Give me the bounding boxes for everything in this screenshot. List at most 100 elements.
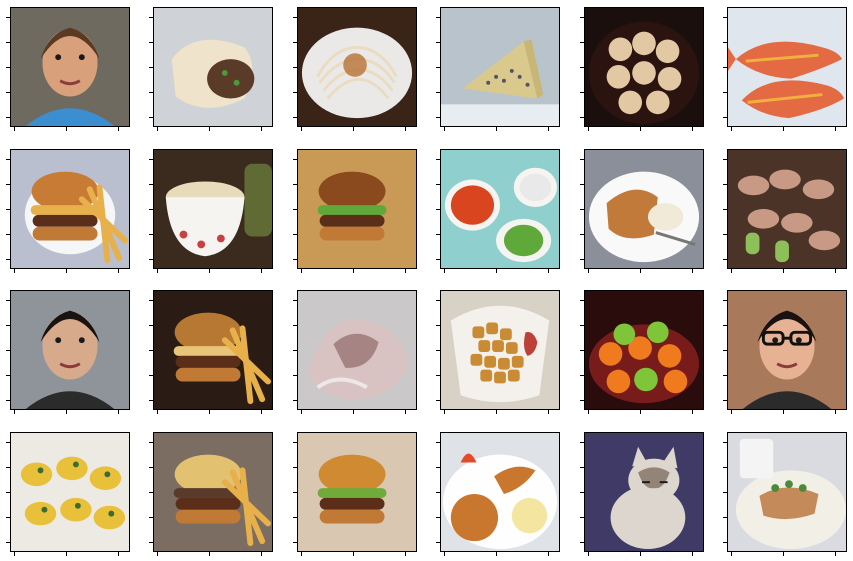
axis-tick	[301, 410, 302, 414]
axis-tick	[293, 159, 297, 160]
portrait-boy-blue-shirt-image	[11, 8, 129, 126]
axis-tick	[157, 552, 158, 556]
axis-tick	[6, 517, 10, 518]
axis-tick	[118, 552, 119, 556]
axis-tick	[436, 259, 440, 260]
skewered-rolls-image	[728, 150, 846, 268]
axis-tick	[783, 269, 784, 273]
axis-tick	[731, 552, 732, 556]
axis-tick	[588, 269, 589, 273]
axis-tick	[149, 467, 153, 468]
axis-tick	[293, 234, 297, 235]
axis-tick	[731, 127, 732, 131]
axis-tick	[209, 269, 210, 273]
axis-tick	[6, 42, 10, 43]
axis-tick	[14, 410, 15, 414]
axis-tick	[580, 442, 584, 443]
axis-tick	[580, 234, 584, 235]
axis-tick	[723, 67, 727, 68]
axis-tick	[149, 209, 153, 210]
axis-tick	[436, 325, 440, 326]
axis-tick	[436, 375, 440, 376]
axis-tick	[723, 325, 727, 326]
soup-cup-image	[154, 150, 272, 268]
axis-tick	[149, 184, 153, 185]
image-panel	[584, 7, 704, 127]
axis-tick	[436, 442, 440, 443]
axis-tick	[6, 300, 10, 301]
axis-tick	[6, 350, 10, 351]
axis-tick	[436, 492, 440, 493]
axis-tick	[723, 234, 727, 235]
image-panel	[297, 432, 417, 552]
axis-tick	[118, 269, 119, 273]
axis-tick	[209, 552, 210, 556]
cat-image	[585, 433, 703, 551]
axis-tick	[723, 42, 727, 43]
axis-tick	[405, 552, 406, 556]
axis-tick	[692, 410, 693, 414]
axis-tick	[293, 492, 297, 493]
axis-tick	[301, 552, 302, 556]
tater-tots-image	[441, 291, 559, 409]
axis-tick	[149, 42, 153, 43]
axis-tick	[301, 269, 302, 273]
axis-tick	[723, 442, 727, 443]
image-panel	[440, 149, 560, 269]
image-panel	[440, 7, 560, 127]
image-panel	[727, 149, 847, 269]
axis-tick	[293, 325, 297, 326]
axis-tick	[444, 127, 445, 131]
axis-tick	[580, 300, 584, 301]
axis-tick	[6, 117, 10, 118]
burrito-wrap-image	[154, 8, 272, 126]
axis-tick	[548, 269, 549, 273]
axis-tick	[405, 269, 406, 273]
axis-tick	[66, 552, 67, 556]
image-panel	[440, 290, 560, 410]
axis-tick	[405, 127, 406, 131]
axis-tick	[723, 517, 727, 518]
image-panel	[584, 149, 704, 269]
axis-tick	[723, 259, 727, 260]
image-panel	[153, 290, 273, 410]
axis-tick	[353, 410, 354, 414]
dumplings-in-steamer-image	[585, 8, 703, 126]
axis-tick	[692, 127, 693, 131]
axis-tick	[149, 300, 153, 301]
axis-tick	[436, 42, 440, 43]
axis-tick	[209, 410, 210, 414]
axis-tick	[149, 325, 153, 326]
axis-tick	[835, 552, 836, 556]
axis-tick	[149, 400, 153, 401]
axis-tick	[580, 467, 584, 468]
image-panel	[440, 432, 560, 552]
axis-tick	[293, 92, 297, 93]
image-panel	[727, 432, 847, 552]
axis-tick	[580, 159, 584, 160]
axis-tick	[835, 269, 836, 273]
burger-in-box-image	[298, 150, 416, 268]
axis-tick	[723, 117, 727, 118]
axis-tick	[293, 300, 297, 301]
axis-tick	[496, 552, 497, 556]
axis-tick	[436, 159, 440, 160]
axis-tick	[149, 259, 153, 260]
axis-tick	[6, 92, 10, 93]
axis-tick	[580, 42, 584, 43]
axis-tick	[293, 375, 297, 376]
axis-tick	[588, 127, 589, 131]
axis-tick	[293, 17, 297, 18]
axis-tick	[149, 375, 153, 376]
axis-tick	[436, 92, 440, 93]
axis-tick	[353, 269, 354, 273]
axis-tick	[692, 269, 693, 273]
axis-tick	[723, 375, 727, 376]
axis-tick	[149, 517, 153, 518]
axis-tick	[293, 259, 297, 260]
axis-tick	[6, 159, 10, 160]
axis-tick	[261, 127, 262, 131]
axis-tick	[149, 234, 153, 235]
spaghetti-plate-image	[298, 8, 416, 126]
axis-tick	[580, 117, 584, 118]
